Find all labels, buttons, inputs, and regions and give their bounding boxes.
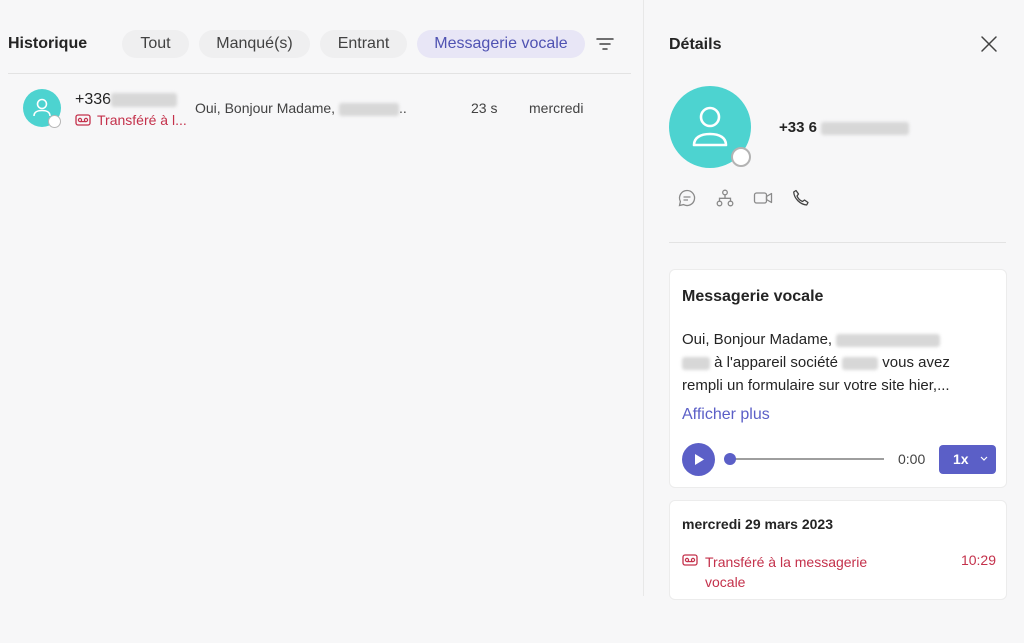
- filter-icon[interactable]: [594, 34, 616, 54]
- tab-manques[interactable]: Manqué(s): [199, 30, 310, 58]
- audio-progress-thumb[interactable]: [724, 453, 736, 465]
- call-history-pane: Historique Tout Manqué(s) Entrant Messag…: [0, 0, 643, 643]
- presence-status-icon: [731, 147, 751, 167]
- details-pane: Détails +33 6 Messagerie vocale Oui, Bon…: [643, 0, 1024, 600]
- call-row[interactable]: +336 Transféré à l... Oui, Bonjour Madam…: [8, 82, 631, 134]
- call-day: mercredi: [529, 100, 584, 116]
- voicemail-icon: [682, 554, 698, 566]
- call-duration: 23 s: [471, 100, 498, 116]
- playback-speed-button[interactable]: 1x: [939, 445, 996, 474]
- playback-speed-label: 1x: [953, 451, 969, 467]
- voicemail-icon: [75, 114, 91, 126]
- details-title: Détails: [669, 36, 722, 53]
- redacted-text: [821, 121, 910, 135]
- transcript-line-2-end: vous avez: [882, 354, 950, 371]
- voicemail-title: Messagerie vocale: [682, 288, 824, 305]
- audio-time: 0:00: [898, 451, 926, 467]
- redacted-text: [338, 102, 399, 116]
- tab-entrant[interactable]: Entrant: [320, 30, 407, 58]
- voicemail-card: Messagerie vocale Oui, Bonjour Madame, à…: [669, 269, 1007, 488]
- redacted-text: [836, 333, 941, 347]
- transcript-line-2: à l'appareil société: [714, 354, 838, 371]
- chat-icon[interactable]: [677, 188, 697, 208]
- call-log-date: mercredi 29 mars 2023: [682, 516, 833, 532]
- contact-number-prefix: +33 6: [779, 119, 817, 136]
- transcript-line-1: Oui, Bonjour Madame,: [682, 331, 833, 348]
- presence-status-icon: [48, 115, 61, 128]
- redacted-text: [111, 92, 178, 107]
- contact-number: +33 6: [779, 119, 910, 136]
- message-preview-text: Oui, Bonjour Madame,: [195, 100, 336, 116]
- chevron-down-icon: [980, 456, 988, 461]
- divider: [669, 242, 1006, 243]
- transcript-line-3: rempli un formulaire sur votre site hier…: [682, 377, 950, 394]
- tab-messagerie-vocale[interactable]: Messagerie vocale: [417, 30, 585, 58]
- call-status-label: Transféré à l...: [97, 112, 187, 128]
- caller-number-prefix: +336: [75, 91, 112, 108]
- caller-number: +336: [75, 91, 178, 109]
- redacted-text: [842, 356, 879, 370]
- tab-tout[interactable]: Tout: [122, 30, 189, 58]
- call-log-time: 10:29: [960, 552, 996, 568]
- message-preview-ellipsis: ..: [398, 100, 407, 116]
- page-title: Historique: [8, 35, 88, 52]
- close-icon[interactable]: [980, 35, 998, 53]
- divider: [8, 73, 631, 74]
- play-button[interactable]: [682, 443, 715, 476]
- call-log-card: mercredi 29 mars 2023 Transféré à la mes…: [669, 500, 1007, 600]
- audio-progress-track[interactable]: [730, 458, 884, 460]
- voicemail-transcript: Oui, Bonjour Madame, à l'appareil sociét…: [682, 328, 1002, 397]
- contact-actions: [677, 188, 811, 208]
- call-status: Transféré à l...: [75, 112, 187, 128]
- phone-call-icon[interactable]: [791, 188, 811, 208]
- person-icon: [692, 106, 728, 147]
- redacted-text: [682, 356, 710, 370]
- play-icon: [695, 454, 704, 465]
- video-call-icon[interactable]: [753, 188, 773, 208]
- message-preview: Oui, Bonjour Madame, ..: [195, 100, 407, 116]
- call-log-label: Transféré à la messagerie vocale: [705, 554, 868, 590]
- show-more-link[interactable]: Afficher plus: [682, 406, 770, 424]
- org-chart-icon[interactable]: [715, 188, 735, 208]
